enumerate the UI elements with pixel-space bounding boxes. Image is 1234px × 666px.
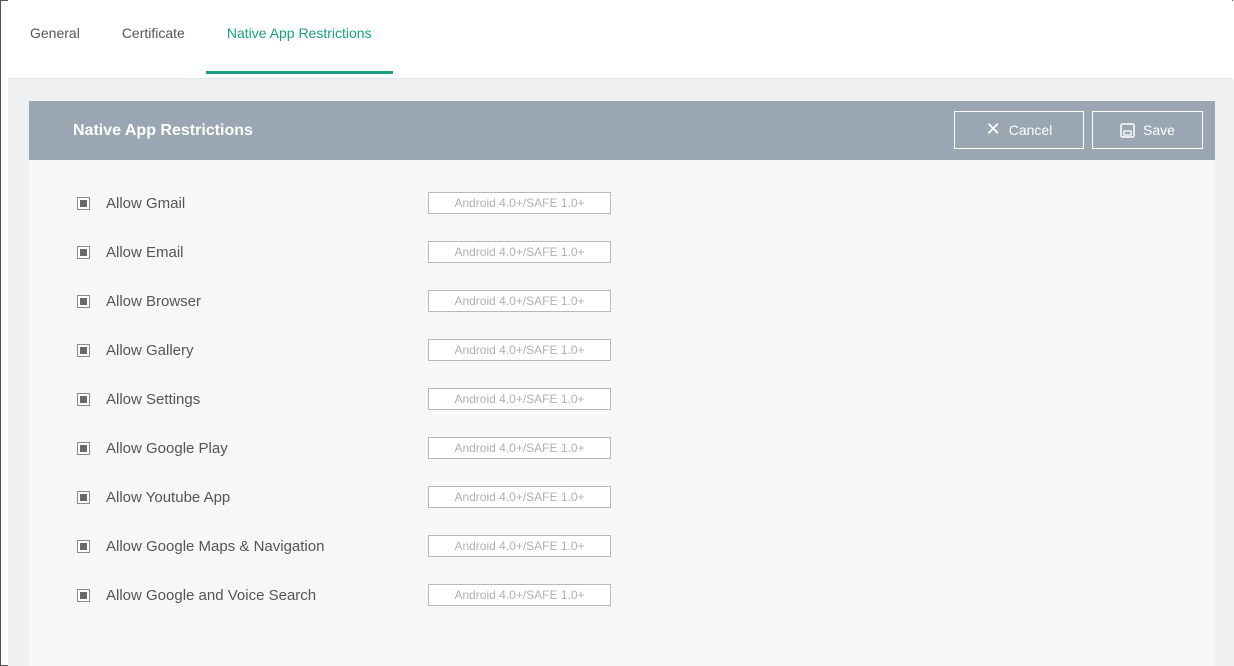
platform-badge: Android 4.0+/SAFE 1.0+ xyxy=(428,584,611,606)
allow-gallery-label: Allow Gallery xyxy=(106,342,194,359)
restriction-row-gmail: Allow Gmail Android 4.0+/SAFE 1.0+ xyxy=(77,192,677,218)
allow-settings-checkbox[interactable] xyxy=(77,393,90,406)
panel-header: Native App Restrictions ✕ Cancel Save xyxy=(29,101,1215,160)
restriction-row-voice-search: Allow Google and Voice Search Android 4.… xyxy=(77,584,677,610)
allow-youtube-checkbox[interactable] xyxy=(77,491,90,504)
allow-email-label: Allow Email xyxy=(106,244,184,261)
tab-native-app-restrictions[interactable]: Native App Restrictions xyxy=(205,0,393,74)
allow-browser-checkbox[interactable] xyxy=(77,295,90,308)
cancel-button[interactable]: ✕ Cancel xyxy=(954,111,1084,149)
restriction-row-google-play: Allow Google Play Android 4.0+/SAFE 1.0+ xyxy=(77,437,677,463)
tab-bar: General Certificate Native App Restricti… xyxy=(8,0,1232,79)
platform-badge: Android 4.0+/SAFE 1.0+ xyxy=(428,486,611,508)
allow-google-play-label: Allow Google Play xyxy=(106,440,228,457)
save-button[interactable]: Save xyxy=(1092,111,1203,149)
allow-gallery-checkbox[interactable] xyxy=(77,344,90,357)
restriction-row-email: Allow Email Android 4.0+/SAFE 1.0+ xyxy=(77,241,677,267)
allow-gmail-checkbox[interactable] xyxy=(77,197,90,210)
restriction-row-browser: Allow Browser Android 4.0+/SAFE 1.0+ xyxy=(77,290,677,316)
panel-title: Native App Restrictions xyxy=(73,122,253,139)
allow-google-maps-checkbox[interactable] xyxy=(77,540,90,553)
cancel-button-label: Cancel xyxy=(1008,122,1053,138)
platform-badge: Android 4.0+/SAFE 1.0+ xyxy=(428,241,611,263)
allow-browser-label: Allow Browser xyxy=(106,293,202,310)
tab-certificate[interactable]: Certificate xyxy=(101,0,206,72)
platform-badge: Android 4.0+/SAFE 1.0+ xyxy=(428,437,611,459)
save-button-label: Save xyxy=(1143,122,1175,138)
platform-badge: Android 4.0+/SAFE 1.0+ xyxy=(428,339,611,361)
save-icon xyxy=(1120,122,1135,138)
allow-gmail-label: Allow Gmail xyxy=(106,195,186,212)
platform-badge: Android 4.0+/SAFE 1.0+ xyxy=(428,535,611,557)
tab-general[interactable]: General xyxy=(8,0,101,72)
restriction-row-google-maps: Allow Google Maps & Navigation Android 4… xyxy=(77,535,677,561)
allow-youtube-label: Allow Youtube App xyxy=(106,489,231,506)
allow-voice-search-checkbox[interactable] xyxy=(77,589,90,602)
allow-voice-search-label: Allow Google and Voice Search xyxy=(106,587,317,604)
allow-email-checkbox[interactable] xyxy=(77,246,90,259)
allow-google-play-checkbox[interactable] xyxy=(77,442,90,455)
restriction-row-settings: Allow Settings Android 4.0+/SAFE 1.0+ xyxy=(77,388,677,414)
platform-badge: Android 4.0+/SAFE 1.0+ xyxy=(428,388,611,410)
close-icon: ✕ xyxy=(985,119,1001,140)
allow-google-maps-label: Allow Google Maps & Navigation xyxy=(106,538,325,555)
restriction-row-youtube: Allow Youtube App Android 4.0+/SAFE 1.0+ xyxy=(77,486,677,512)
platform-badge: Android 4.0+/SAFE 1.0+ xyxy=(428,290,611,312)
restriction-row-gallery: Allow Gallery Android 4.0+/SAFE 1.0+ xyxy=(77,339,677,365)
allow-settings-label: Allow Settings xyxy=(106,391,201,408)
restrictions-panel: Native App Restrictions ✕ Cancel Save Al… xyxy=(29,101,1215,666)
platform-badge: Android 4.0+/SAFE 1.0+ xyxy=(428,192,611,214)
